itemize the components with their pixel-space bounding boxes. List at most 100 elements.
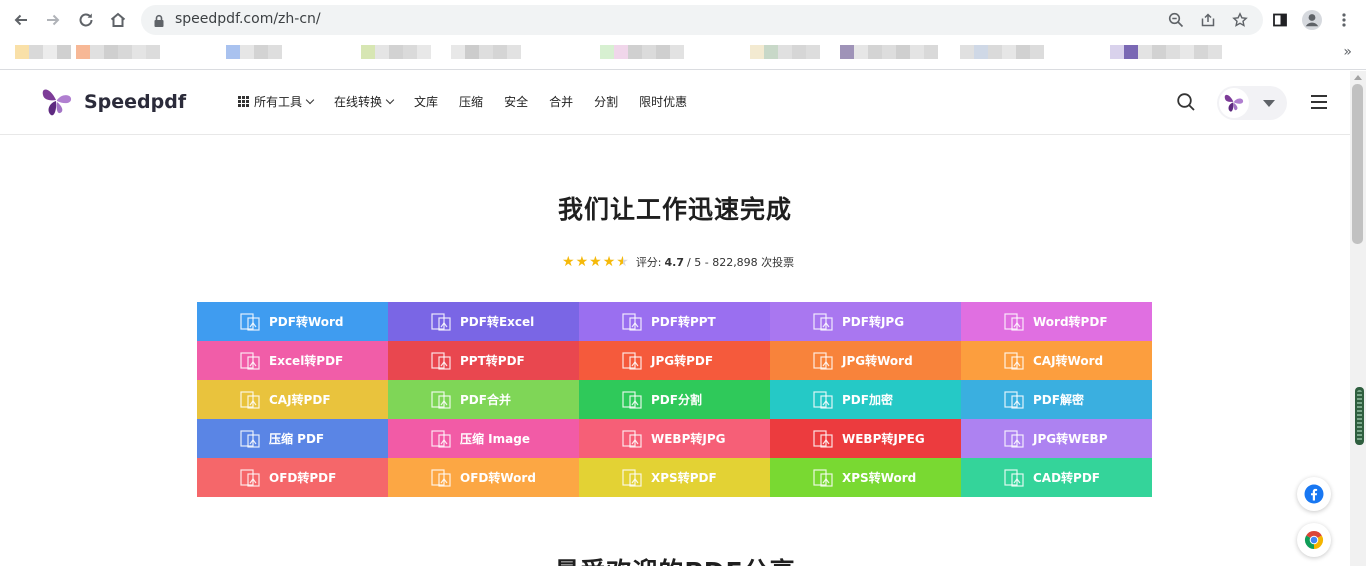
bookmark-swatch (960, 45, 974, 59)
nav-item[interactable]: 在线转换 (334, 93, 395, 110)
account-menu[interactable] (1217, 86, 1287, 120)
tool-tile[interactable]: PDF转PPT (579, 302, 770, 341)
tool-tile[interactable]: CAJ转PDF (197, 380, 388, 419)
tool-tile[interactable]: JPG转Word (770, 341, 961, 380)
tool-tile[interactable]: WEBP转JPG (579, 419, 770, 458)
bookmark-item[interactable] (750, 45, 820, 59)
tool-tile[interactable]: PDF合并 (388, 380, 579, 419)
zoom-icon[interactable] (1167, 11, 1185, 29)
bookmark-swatch (240, 45, 254, 59)
bookmark-swatch (854, 45, 868, 59)
bookmark-swatch (375, 45, 389, 59)
tool-label: PPT转PDF (460, 354, 525, 368)
site-logo[interactable]: Speedpdf (40, 85, 186, 119)
nav-item[interactable]: 合并 (549, 93, 573, 110)
tool-tile[interactable]: WEBP转JPEG (770, 419, 961, 458)
tool-tile[interactable]: Word转PDF (961, 302, 1152, 341)
bookmark-swatch (1030, 45, 1044, 59)
back-icon[interactable] (9, 8, 33, 32)
section-title: 最受欢迎的PDF分享 (0, 552, 1350, 566)
tool-grid: PDF转Word PDF转Excel PDF转PPT PDF转JPG Word转PDF E… (197, 302, 1152, 497)
tool-tile[interactable]: PPT转PDF (388, 341, 579, 380)
scroll-thumb[interactable] (1352, 84, 1363, 244)
file-convert-icon (622, 468, 642, 487)
nav-item[interactable]: 压缩 (459, 93, 483, 110)
bookmark-swatch (90, 45, 104, 59)
tool-tile[interactable]: PDF加密 (770, 380, 961, 419)
nav-item[interactable]: 文库 (414, 93, 438, 110)
bookmark-star-icon[interactable] (1231, 11, 1249, 29)
nav-item[interactable]: 安全 (504, 93, 528, 110)
star-icon: ★ (602, 254, 616, 270)
tool-tile[interactable]: CAJ转Word (961, 341, 1152, 380)
tool-label: PDF解密 (1033, 393, 1084, 407)
file-convert-icon (431, 351, 451, 370)
more-bookmarks-icon[interactable]: » (1343, 44, 1352, 60)
caret-down-icon[interactable] (1263, 100, 1275, 107)
bookmarks-bar: » (0, 40, 1366, 70)
bookmark-swatch (896, 45, 910, 59)
tool-tile[interactable]: PDF转JPG (770, 302, 961, 341)
address-bar[interactable]: speedpdf.com/zh-cn/ (141, 5, 1263, 35)
tool-tile[interactable]: CAD转PDF (961, 458, 1152, 497)
search-icon[interactable] (1176, 92, 1196, 116)
bookmark-swatch (656, 45, 670, 59)
lock-icon[interactable] (153, 13, 165, 32)
file-convert-icon (431, 312, 451, 331)
nav-item[interactable]: 分割 (594, 93, 618, 110)
tool-tile[interactable]: JPG转WEBP (961, 419, 1152, 458)
nav-item[interactable]: 所有工具 (238, 93, 315, 110)
bookmark-swatch (76, 45, 90, 59)
reload-icon[interactable] (74, 8, 98, 32)
tool-tile[interactable]: 压缩 PDF (197, 419, 388, 458)
tool-label: CAJ转PDF (269, 393, 331, 407)
file-convert-icon (1004, 429, 1024, 448)
tool-tile[interactable]: XPS转PDF (579, 458, 770, 497)
share-icon[interactable] (1199, 11, 1217, 29)
file-convert-icon (240, 390, 260, 409)
forward-icon[interactable] (41, 8, 65, 32)
bookmark-item[interactable] (600, 45, 684, 59)
tool-tile[interactable]: PDF转Word (197, 302, 388, 341)
nav-item[interactable]: 限时优惠 (639, 93, 687, 110)
nav-item-label: 压缩 (459, 95, 484, 109)
home-icon[interactable] (106, 8, 130, 32)
bookmark-item[interactable] (361, 45, 431, 59)
page-scrollbar[interactable] (1350, 71, 1366, 566)
bookmark-item[interactable] (840, 45, 938, 59)
avatar[interactable] (1219, 88, 1249, 118)
profile-icon[interactable] (1300, 8, 1324, 32)
tool-label: XPS转Word (842, 471, 917, 485)
chevron-down-icon (385, 95, 395, 104)
extension-side-handle[interactable] (1355, 387, 1364, 445)
chrome-extension-button[interactable] (1297, 523, 1331, 557)
tool-tile[interactable]: OFD转PDF (197, 458, 388, 497)
tool-tile[interactable]: PDF分割 (579, 380, 770, 419)
bookmark-swatch (868, 45, 882, 59)
tool-tile[interactable]: 压缩 Image (388, 419, 579, 458)
hamburger-menu-icon[interactable] (1311, 95, 1327, 109)
tool-label: WEBP转JPG (651, 432, 726, 446)
bookmark-swatch (479, 45, 493, 59)
side-panel-icon[interactable] (1268, 8, 1292, 32)
bookmark-item[interactable] (960, 45, 1044, 59)
tool-tile[interactable]: JPG转PDF (579, 341, 770, 380)
menu-kebab-icon[interactable] (1332, 8, 1356, 32)
url-text[interactable]: speedpdf.com/zh-cn/ (175, 11, 321, 27)
bookmark-item[interactable] (76, 45, 160, 59)
bookmark-item[interactable] (451, 45, 521, 59)
tool-tile[interactable]: XPS转Word (770, 458, 961, 497)
bookmark-item[interactable] (15, 45, 71, 59)
tool-tile[interactable]: OFD转Word (388, 458, 579, 497)
bookmark-swatch (988, 45, 1002, 59)
tool-tile[interactable]: Excel转PDF (197, 341, 388, 380)
bookmark-swatch (1180, 45, 1194, 59)
tool-label: 压缩 PDF (269, 432, 325, 446)
bookmark-item[interactable] (1110, 45, 1222, 59)
bookmark-swatch (628, 45, 642, 59)
scroll-up-arrow-icon[interactable] (1354, 75, 1362, 80)
bookmark-item[interactable] (226, 45, 282, 59)
tool-tile[interactable]: PDF转Excel (388, 302, 579, 341)
tool-tile[interactable]: PDF解密 (961, 380, 1152, 419)
facebook-share-button[interactable] (1297, 477, 1331, 511)
